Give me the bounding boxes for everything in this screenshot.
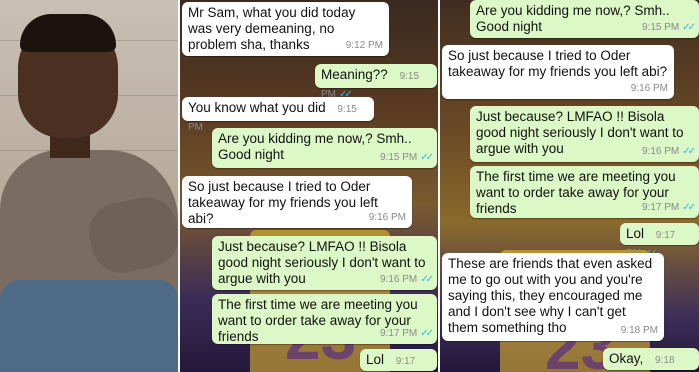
message-time: 9:17 PM✓✓ [379, 328, 434, 339]
message-bubble-outgoing[interactable]: Lol 9:17 PM✓✓ [360, 349, 437, 371]
message-bubble-outgoing[interactable]: Just because? LMFAO !! Bisola good night… [212, 236, 437, 290]
message-bubble-incoming[interactable]: These are friends that even asked me to … [442, 253, 664, 341]
message-bubble-outgoing[interactable]: Are you kidding me now,? Smh.. Good nigh… [212, 128, 437, 168]
message-bubble-outgoing[interactable]: The first time we are meeting you want t… [212, 294, 437, 344]
man-hair [20, 14, 116, 52]
message-bubble-incoming[interactable]: So just because I tried to Oder takeaway… [182, 176, 412, 228]
message-bubble-outgoing[interactable]: Are you kidding me now,? Smh.. Good nigh… [470, 0, 699, 38]
message-bubble-incoming[interactable]: Mr Sam, what you did today was very deme… [182, 2, 389, 56]
message-time: 9:15 PM ✓✓ [641, 22, 696, 33]
message-bubble-incoming[interactable]: You know what you did 9:15 PM [182, 97, 374, 133]
message-text: Lol [366, 352, 385, 367]
read-receipt-icon: ✓✓ [682, 146, 696, 157]
read-receipt-icon: ✓✓ [420, 328, 434, 339]
message-text: Okay, [609, 351, 644, 366]
message-bubble-outgoing[interactable]: Okay, 9:18 PM✓✓ [603, 348, 699, 370]
message-text: Mr Sam, what you did today was very deme… [188, 5, 356, 52]
message-bubble-outgoing[interactable]: Just because? LMFAO !! Bisola good night… [470, 106, 699, 162]
read-receipt-icon: ✓✓ [682, 202, 696, 213]
message-bubble-outgoing[interactable]: Meaning?? 9:15 PM ✓✓ [315, 64, 437, 100]
message-text: Meaning?? [321, 67, 388, 82]
message-bubble-incoming[interactable]: So just because I tried to Oder takeaway… [442, 45, 674, 99]
message-text: Lol [626, 226, 645, 241]
read-receipt-icon: ✓✓ [420, 274, 434, 285]
message-time: 9:17 PM✓✓ [641, 202, 696, 213]
man-jeans [0, 280, 178, 372]
message-time: 9:16 PM [630, 83, 668, 94]
photo-panel [0, 0, 178, 372]
message-bubble-outgoing[interactable]: Lol 9:17 PM✓✓ [620, 223, 699, 259]
message-time: 9:16 PM ✓✓ [641, 146, 696, 157]
message-time: 9:15 PM ✓✓ [379, 152, 434, 163]
message-time: 9:16 PM ✓✓ [379, 274, 434, 285]
read-receipt-icon: ✓✓ [420, 152, 434, 163]
chat-screenshot-right: 23 Are you kidding me now,? Smh.. Good n… [440, 0, 699, 372]
chat-screenshot-left: 23 Mr Sam, what you did today was very d… [180, 0, 438, 372]
read-receipt-icon: ✓✓ [682, 22, 696, 33]
message-time: 9:16 PM [368, 212, 406, 223]
message-text: So just because I tried to Oder takeaway… [448, 48, 668, 79]
message-text: So just because I tried to Oder takeaway… [188, 179, 378, 226]
message-text: Are you kidding me now,? Smh.. Good nigh… [476, 3, 670, 34]
message-time: 9:12 PM [345, 40, 383, 51]
message-time: 9:18 PM [620, 325, 658, 336]
message-text: You know what you did [188, 100, 326, 115]
message-bubble-outgoing[interactable]: The first time we are meeting you want t… [470, 166, 699, 218]
